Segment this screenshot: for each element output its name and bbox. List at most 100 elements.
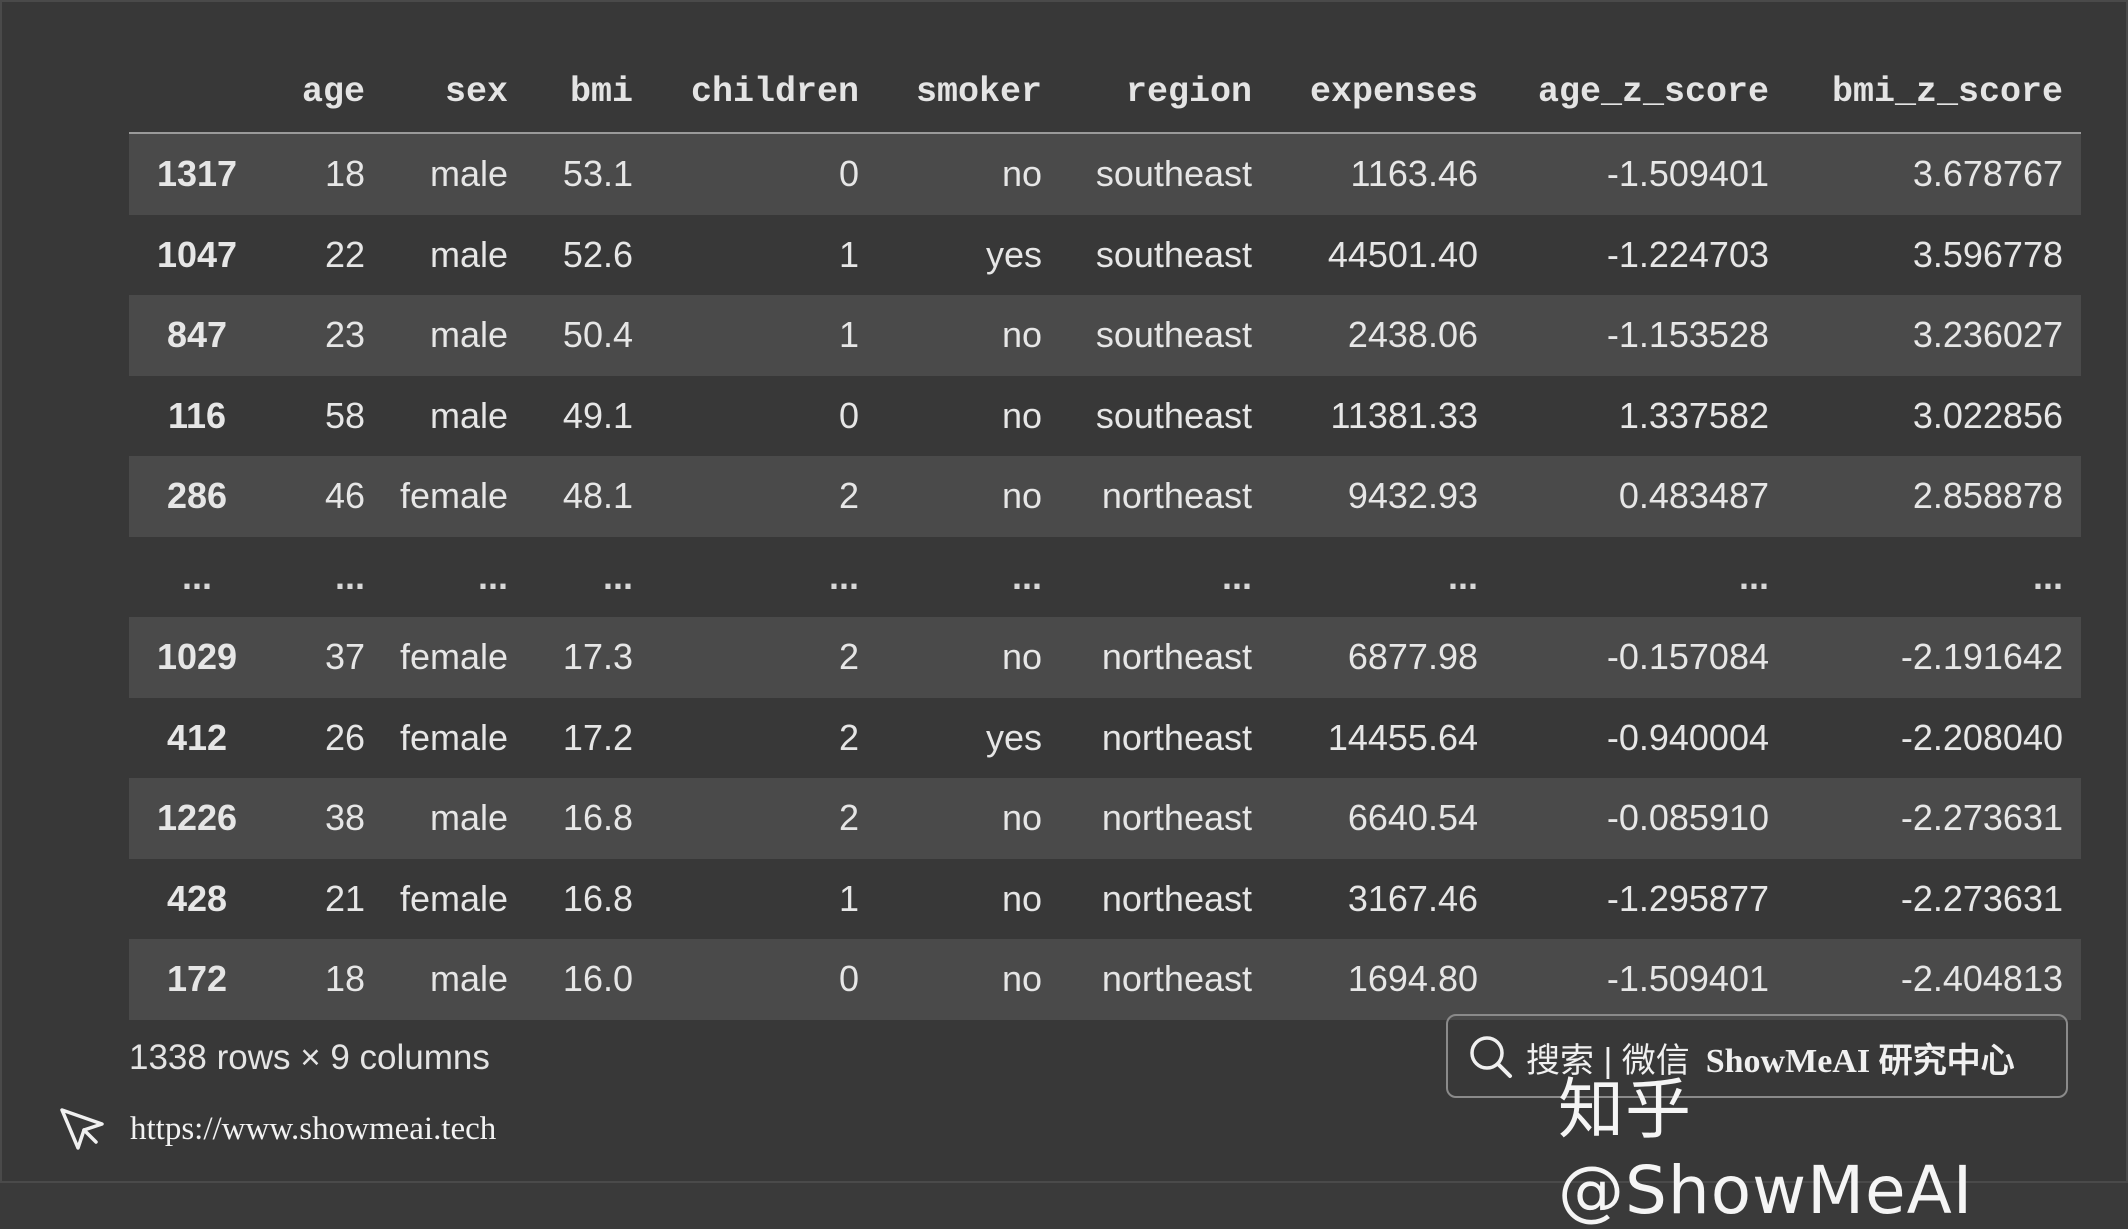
table-cell: 26 [324, 716, 365, 758]
header-bmi-z-score: bmi_z_score [1787, 52, 2081, 134]
table-cell: -1.295877 [1606, 877, 1769, 919]
table-cell: 22 [324, 233, 365, 275]
table-cell: 3.678767 [1912, 153, 2063, 195]
table-cell: 16.8 [562, 877, 633, 919]
header-children: children [651, 52, 877, 134]
table-cell: no [1001, 475, 1042, 517]
table-cell: female [399, 877, 508, 919]
search-icon [1470, 1036, 1512, 1078]
table-cell: 18 [324, 153, 365, 195]
table-cell: northeast [1101, 877, 1252, 919]
table-cell: 0 [838, 153, 859, 195]
table-cell: male [429, 958, 508, 1000]
row-index: ... [181, 555, 212, 597]
table-header-row: age sex bmi children smoker region expen… [129, 52, 2081, 134]
table-cell: -2.404813 [1900, 958, 2063, 1000]
table-cell: 11381.33 [1330, 394, 1478, 436]
table-cell: 17.2 [562, 716, 633, 758]
table-cell: 53.1 [562, 153, 633, 195]
header-smoker: smoker [877, 52, 1060, 134]
table-cell: 52.6 [562, 233, 633, 275]
table-cell: ... [1011, 555, 1042, 597]
header-bmi: bmi [526, 52, 651, 134]
table-cell: no [1001, 153, 1042, 195]
table-cell: 49.1 [562, 394, 633, 436]
table-cell: yes [985, 716, 1042, 758]
cursor-arrow-icon [60, 1108, 104, 1150]
table-cell: 17.3 [562, 636, 633, 678]
table-cell: 44501.40 [1327, 233, 1478, 275]
table-cell: 2 [838, 797, 859, 839]
table-cell: -2.191642 [1900, 636, 2063, 678]
table-cell: ... [828, 555, 859, 597]
table-cell: 38 [324, 797, 365, 839]
table-cell: 37 [324, 636, 365, 678]
table-cell: 0.483487 [1618, 475, 1769, 517]
row-index: 116 [167, 394, 227, 436]
table-cell: male [429, 153, 508, 195]
table-cell: ... [1738, 555, 1769, 597]
table-cell: southeast [1095, 153, 1252, 195]
table-row: 116 58 male 49.1 0 no southeast 11381.33 1.33758… [129, 375, 2081, 456]
table-cell: northeast [1101, 797, 1252, 839]
table-cell: no [1001, 314, 1042, 356]
table-cell: male [429, 233, 508, 275]
table-cell: 2438.06 [1347, 314, 1478, 356]
table-row: 1029 37 female 17.3 2 no northeast 6877.98 -0.15… [129, 617, 2081, 698]
table-cell: 58 [324, 394, 365, 436]
header-age-z-score: age_z_score [1496, 52, 1787, 134]
table-cell: -0.085910 [1606, 797, 1769, 839]
table-cell: no [1001, 636, 1042, 678]
table-cell: 1.337582 [1618, 394, 1769, 436]
row-index: 1317 [156, 153, 238, 195]
watermark-zhihu: 知乎 @ShowMeAI [1558, 1071, 1974, 1229]
header-age: age [265, 52, 383, 134]
table-cell: female [399, 716, 508, 758]
table-cell: northeast [1101, 475, 1252, 517]
row-index: 1047 [156, 233, 238, 275]
table-cell: 1 [838, 233, 859, 275]
table-cell: no [1001, 877, 1042, 919]
table-cell: 6640.54 [1347, 797, 1478, 839]
table-cell: no [1001, 958, 1042, 1000]
row-index: 172 [166, 958, 228, 1000]
row-index: 412 [166, 716, 228, 758]
table-cell: -1.153528 [1606, 314, 1769, 356]
table-cell: 48.1 [562, 475, 633, 517]
table-cell: ... [1447, 555, 1478, 597]
table-row: 412 26 female 17.2 2 yes northeast 14455.64 -0.9… [129, 697, 2081, 778]
table-cell: 2 [838, 636, 859, 678]
table-shape-summary: 1338 rows × 9 columns [129, 1038, 490, 1077]
table-cell: female [399, 636, 508, 678]
source-link-row: https://www.showmeai.tech [56, 1102, 496, 1156]
table-cell: male [429, 314, 508, 356]
table-cell: -1.224703 [1606, 233, 1769, 275]
table-row: 286 46 female 48.1 2 no northeast 9432.93 0.4834… [129, 456, 2081, 537]
table-cell: ... [602, 555, 633, 597]
table-cell: 6877.98 [1347, 636, 1478, 678]
header-index [129, 52, 265, 134]
table-cell: 18 [324, 958, 365, 1000]
source-url-link[interactable]: https://www.showmeai.tech [130, 1111, 496, 1148]
table-cell: male [429, 797, 508, 839]
row-index: 428 [166, 877, 228, 919]
table-row-ellipsis: .............................. [129, 536, 2081, 617]
table-cell: 1163.46 [1350, 153, 1478, 195]
table-cell: northeast [1101, 636, 1252, 678]
table-cell: male [429, 394, 508, 436]
table-cell: 3.236027 [1912, 314, 2063, 356]
table-cell: -1.509401 [1606, 153, 1769, 195]
table-row: 1226 38 male 16.8 2 no northeast 6640.54 -0.0859… [129, 778, 2081, 859]
table-cell: no [1001, 394, 1042, 436]
table-cell: female [399, 475, 508, 517]
table-cell: -2.208040 [1900, 716, 2063, 758]
row-index: 286 [166, 475, 228, 517]
table-cell: 50.4 [562, 314, 633, 356]
table-row: 428 21 female 16.8 1 no northeast 3167.46 -1.295… [129, 858, 2081, 939]
dataframe-table: age sex bmi children smoker region expen… [129, 52, 2081, 1020]
table-cell: 3.022856 [1912, 394, 2063, 436]
table-cell: 2 [838, 716, 859, 758]
table-cell: no [1001, 797, 1042, 839]
table-row: 847 23 male 50.4 1 no southeast 2438.06 -1.15352… [129, 295, 2081, 376]
table-cell: -2.273631 [1900, 877, 2063, 919]
